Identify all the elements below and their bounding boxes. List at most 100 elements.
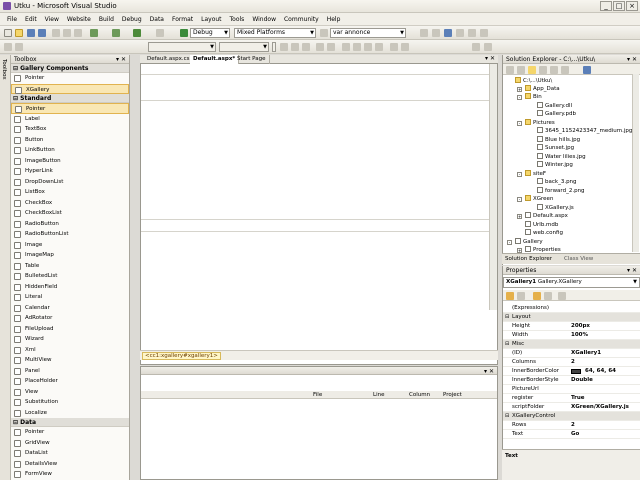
tab-default-aspx[interactable]: Default.aspx* [190,55,240,64]
view-designer-icon[interactable] [550,66,558,74]
redo-icon[interactable] [112,29,120,37]
menu-layout[interactable]: Layout [197,16,225,23]
events-icon[interactable] [544,292,552,300]
font-name-select[interactable]: ▼ [219,42,269,52]
properties-icon[interactable] [506,66,514,74]
tree-item-picture[interactable]: Winter.jpg [537,161,573,170]
menu-data[interactable]: Data [146,16,168,23]
toolbox-item-xml[interactable]: Xml [11,345,129,356]
toolbar-options-icon[interactable] [484,43,492,51]
close-button[interactable]: × [626,1,638,11]
column-line[interactable]: Line [373,391,384,399]
property-pages-icon[interactable] [558,292,566,300]
toolbox-item-hiddenfield[interactable]: HiddenField [11,282,129,293]
column-project[interactable]: Project [443,391,462,399]
collapse-icon[interactable]: ⊟ [505,412,509,421]
bulleted-list-icon[interactable] [401,43,409,51]
properties-icon[interactable] [456,29,464,37]
navigate-icon[interactable] [133,29,141,37]
toolbox-item-button[interactable]: Button [11,135,129,146]
align-left-icon[interactable] [342,43,350,51]
tab-default-aspx-cs[interactable]: Default.aspx.cs [144,55,194,64]
toolbox-item-wizard[interactable]: Wizard [11,334,129,345]
object-selector[interactable]: XGallery1 Gallery.XGallery ▼ [503,277,640,288]
toolbox-item-gridview[interactable]: GridView [11,438,129,449]
collapse-icon[interactable]: ⊟ [505,313,509,322]
toolbox-item-adrotator[interactable]: AdRotator [11,313,129,324]
toolbox-item-textbox[interactable]: TextBox [11,124,129,135]
asp-config-icon[interactable] [583,66,591,74]
property-row-columns[interactable]: Columns 2 [503,358,640,367]
toolbox-item-pointer[interactable]: Pointer [11,427,129,438]
toolbox-item-table[interactable]: Table [11,261,129,272]
underline-icon[interactable] [302,43,310,51]
collapse-icon[interactable]: - [517,172,522,177]
menu-debug[interactable]: Debug [118,16,146,23]
alphabetical-icon[interactable] [517,292,525,300]
start-debugging-icon[interactable] [180,29,188,37]
undo-icon[interactable] [90,29,98,37]
close-icon[interactable]: ▾ ✕ [484,367,494,376]
block-format-select[interactable]: ▼ [148,42,216,52]
close-icon[interactable]: ▾ ✕ [627,55,637,64]
property-row-rows[interactable]: Rows 2 [503,421,640,430]
tree-item-default-aspx[interactable]: + Default.aspx [517,212,568,221]
new-project-icon[interactable] [4,29,12,37]
toolbox-item-checkboxlist[interactable]: CheckBoxList [11,208,129,219]
nest-files-icon[interactable] [528,66,536,74]
editor-scrollbar[interactable] [489,64,497,310]
toolbar-icon-2[interactable] [432,29,440,37]
property-row-text[interactable]: Text Go [503,430,640,439]
toolbox-item-imagebutton[interactable]: ImageButton [11,156,129,167]
toolbox-item-literal[interactable]: Literal [11,292,129,303]
configuration-select[interactable]: Debug ▼ [190,28,230,38]
property-row-scriptfolder[interactable]: scriptFolder XGreen/XGallery.js [503,403,640,412]
start-page-icon[interactable] [480,29,488,37]
copy-icon[interactable] [63,29,71,37]
toolbox-item-substitution[interactable]: Substitution [11,397,129,408]
toolbox-item-dropdownlist[interactable]: DropDownList [11,177,129,188]
property-row-innerborderstyle[interactable]: InnerBorderStyle Double [503,376,640,385]
tree-item-web-config[interactable]: web.config [525,229,563,238]
menu-view[interactable]: View [41,16,63,23]
toolbox-item-panel[interactable]: Panel [11,366,129,377]
tree-item-picture[interactable]: Sunset.jpg [537,144,574,153]
cut-icon[interactable] [52,29,60,37]
tab-start-page[interactable]: Start Page [234,55,270,64]
open-folder-icon[interactable] [15,29,23,37]
collapse-icon[interactable]: - [507,240,512,245]
background-color-icon[interactable] [327,43,335,51]
close-icon[interactable]: ▾ ✕ [116,55,126,64]
copy-website-icon[interactable] [561,66,569,74]
align-center-icon[interactable] [353,43,361,51]
toolbox-item-linkbutton[interactable]: LinkButton [11,145,129,156]
find-icon[interactable] [320,29,328,37]
menu-build[interactable]: Build [95,16,118,23]
toolbox-item-datalist[interactable]: DataList [11,448,129,459]
collapse-icon[interactable]: - [517,95,522,100]
tab-solution-explorer[interactable]: Solution Explorer [505,256,552,262]
toolbox-group-data[interactable]: ⊟ Data [11,418,129,427]
property-row-innerbordercolor[interactable]: InnerBorderColor 64, 64, 64 [503,367,640,376]
format-icon-2[interactable] [15,43,23,51]
property-category-xgallerycontrol[interactable]: ⊟ XGalleryControl [503,412,640,421]
paste-icon[interactable] [74,29,82,37]
toolbox-item-multiview[interactable]: MultiView [11,355,129,366]
categorized-icon[interactable] [506,292,514,300]
toolbar-icon-1[interactable] [420,29,428,37]
collapse-icon[interactable]: - [517,197,522,202]
toolbox-group-standard[interactable]: ⊟ Standard [11,94,129,103]
platform-select[interactable]: Mixed Platforms ▼ [234,28,316,38]
toolbox-item-radiobutton[interactable]: RadioButton [11,219,129,230]
align-right-icon[interactable] [364,43,372,51]
toolbox-item-fileupload[interactable]: FileUpload [11,324,129,335]
maximize-button[interactable]: □ [613,1,625,11]
property-row-id[interactable]: (ID) XGallery1 [503,349,640,358]
toolbox-item-localize[interactable]: Localize [11,408,129,419]
format-icon-1[interactable] [4,43,12,51]
hyperlink-icon[interactable] [472,43,480,51]
property-row-width[interactable]: Width 100% [503,331,640,340]
tree-item-gallery-pdb[interactable]: Gallery.pdb [537,110,576,119]
justify-icon[interactable] [375,43,383,51]
font-size-select[interactable] [272,42,276,52]
